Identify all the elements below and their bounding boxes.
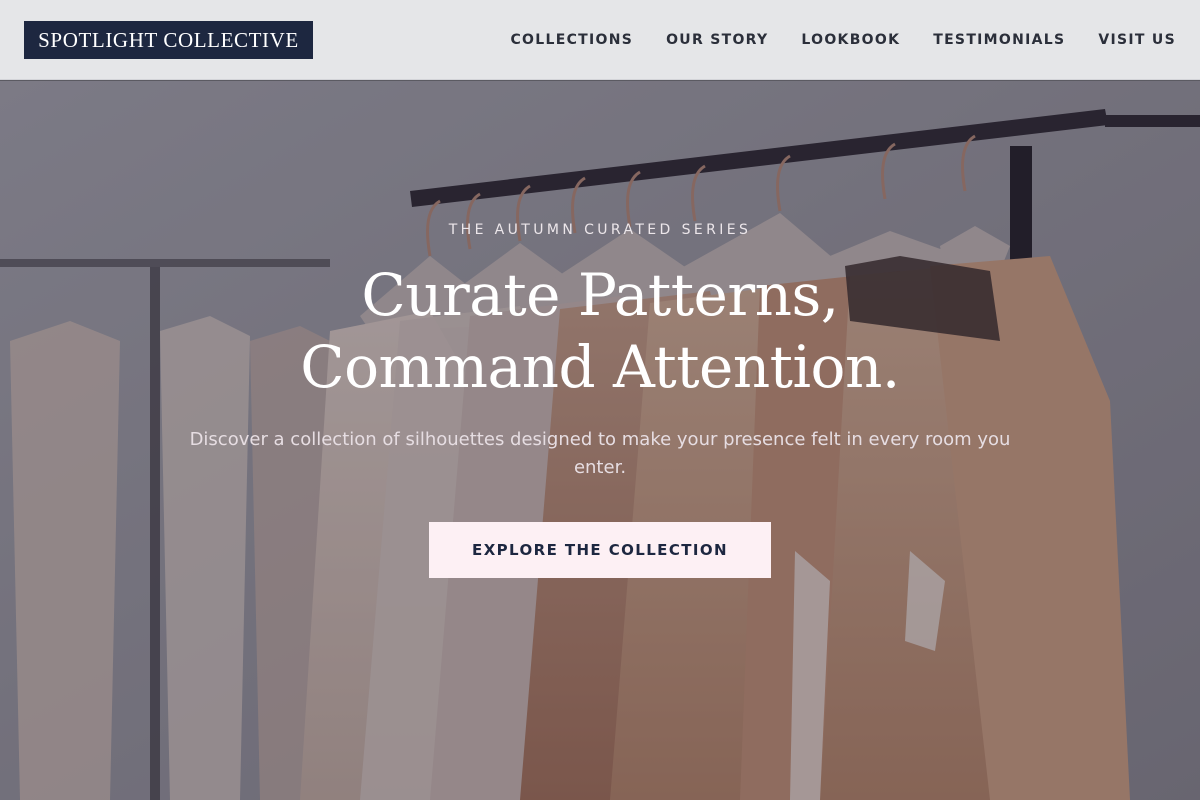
- hero-eyebrow: THE AUTUMN CURATED SERIES: [448, 222, 752, 238]
- site-header: SPOTLIGHT COLLECTIVE COLLECTIONS OUR STO…: [0, 0, 1200, 80]
- nav-link-lookbook[interactable]: LOOKBOOK: [801, 32, 900, 48]
- main-nav: COLLECTIONS OUR STORY LOOKBOOK TESTIMONI…: [477, 0, 1176, 80]
- hero-content: THE AUTUMN CURATED SERIES Curate Pattern…: [0, 81, 1200, 800]
- nav-link-our-story[interactable]: OUR STORY: [666, 32, 768, 48]
- nav-link-visit-us[interactable]: VISIT US: [1098, 32, 1176, 48]
- hero-headline: Curate Patterns, Command Attention.: [0, 259, 1200, 403]
- nav-link-collections[interactable]: COLLECTIONS: [510, 32, 633, 48]
- hero-section: THE AUTUMN CURATED SERIES Curate Pattern…: [0, 81, 1200, 800]
- hero-headline-line-2: Command Attention.: [300, 333, 900, 401]
- nav-link-testimonials[interactable]: TESTIMONIALS: [933, 32, 1065, 48]
- hero-subtext: Discover a collection of silhouettes des…: [189, 429, 1011, 478]
- hero-headline-line-1: Curate Patterns,: [361, 261, 839, 329]
- explore-collection-button[interactable]: EXPLORE THE COLLECTION: [429, 522, 771, 578]
- brand-logo[interactable]: SPOTLIGHT COLLECTIVE: [24, 21, 313, 59]
